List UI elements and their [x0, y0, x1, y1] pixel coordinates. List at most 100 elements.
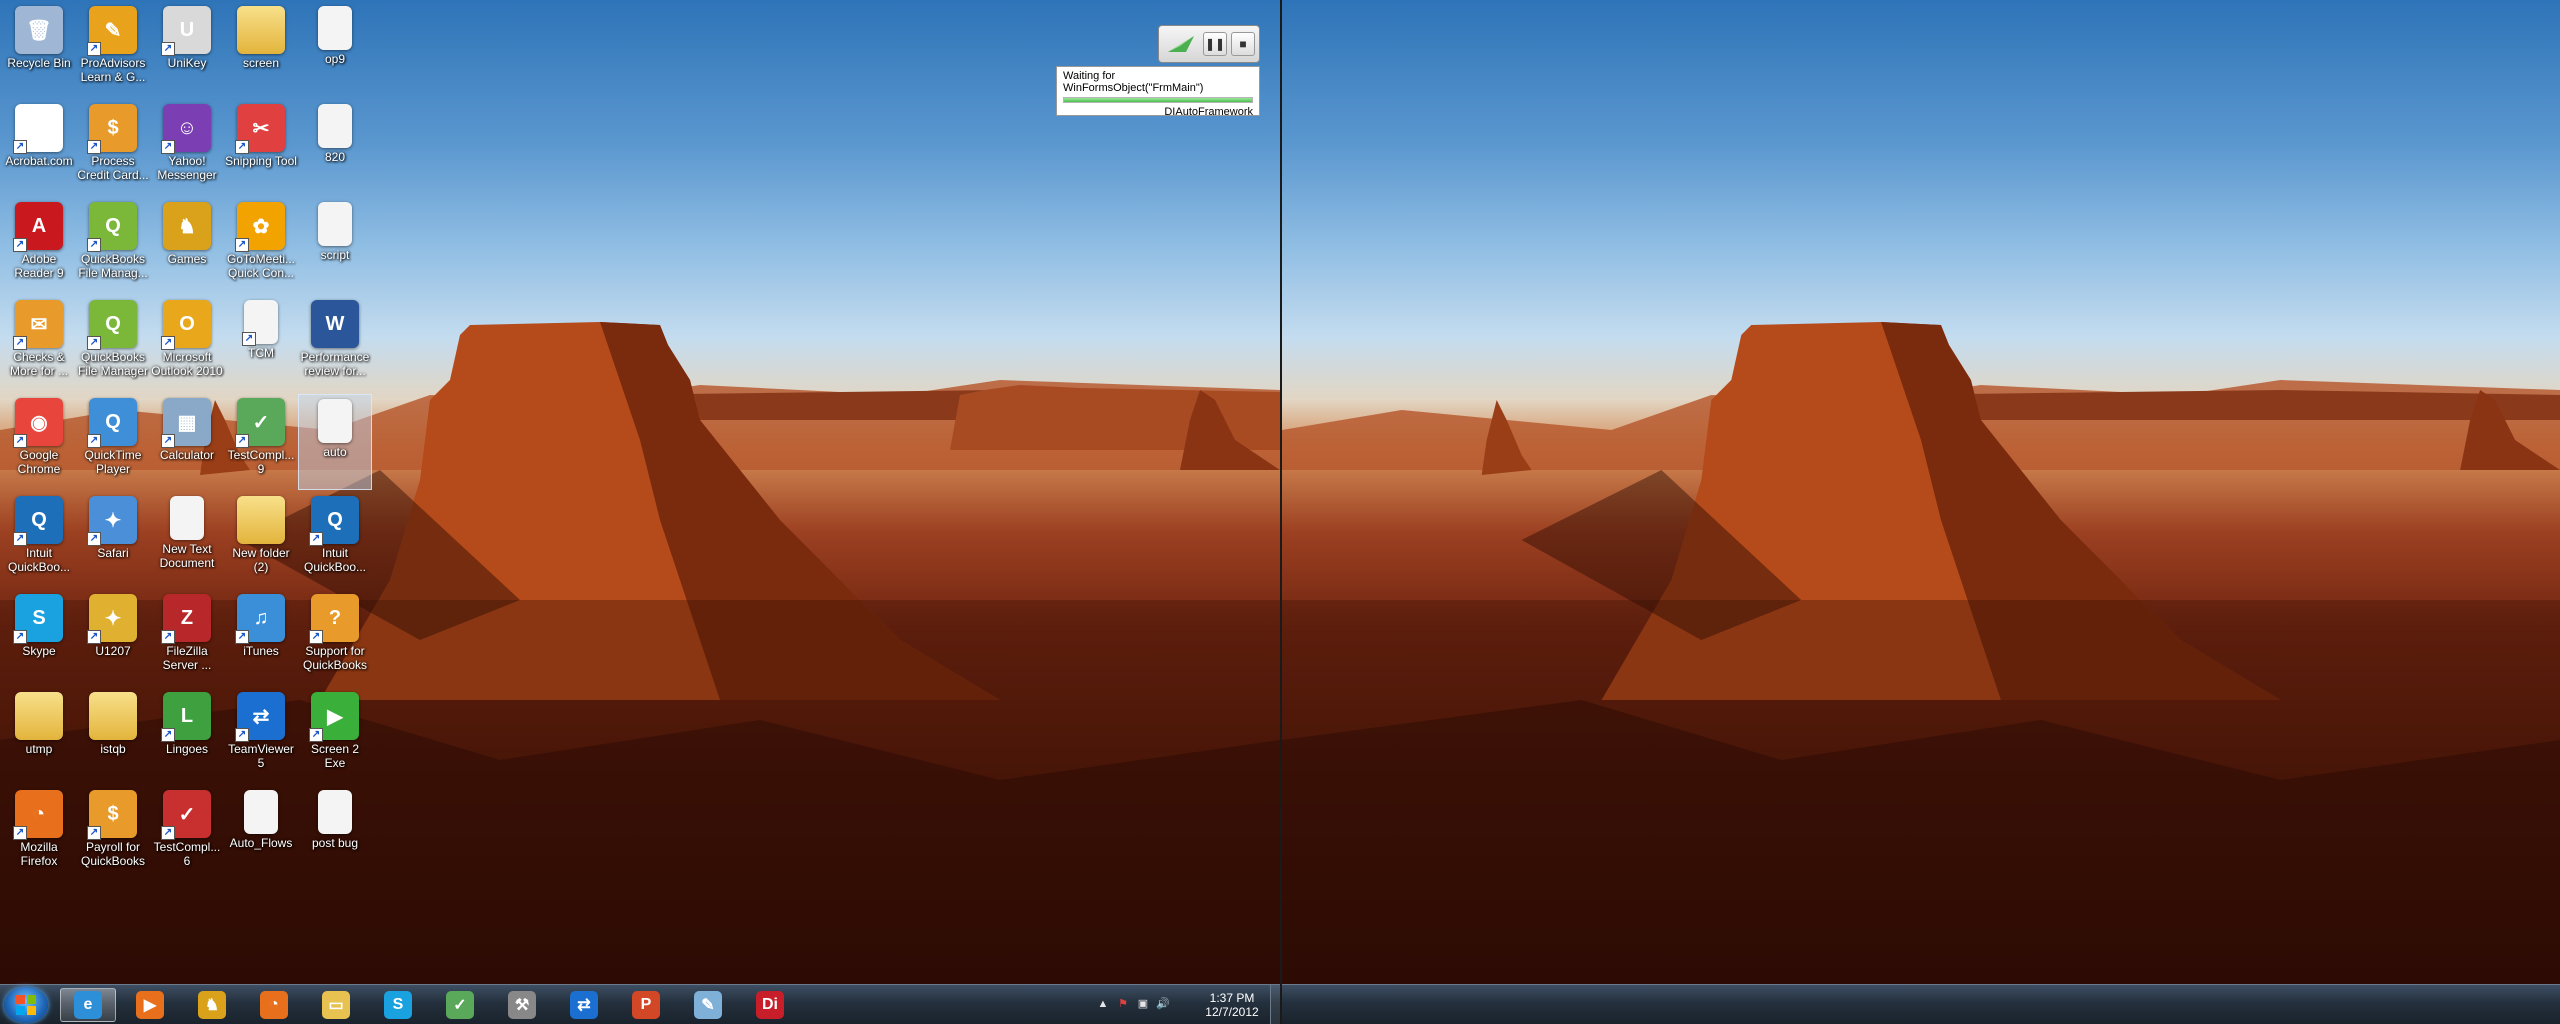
taskbar-button-testcomplete[interactable]: ✓ [432, 988, 488, 1022]
desktop-icon[interactable]: ✓ ↗ TestCompl... 6 [150, 786, 224, 882]
desktop-icon[interactable]: L ↗ Lingoes [150, 688, 224, 784]
desktop-icon[interactable]: ✦ ↗ Safari [76, 492, 150, 588]
desktop-icon-label: New folder (2) [232, 546, 290, 574]
desktop-icon[interactable]: auto [298, 394, 372, 490]
stop-button[interactable]: ■ [1231, 32, 1255, 56]
desktop-icon[interactable]: ▦ ↗ Calculator [150, 394, 224, 490]
desktop-icon-label: QuickTime Player [84, 448, 142, 476]
desktop-icon[interactable]: Auto_Flows [224, 786, 298, 882]
file-icon [318, 104, 352, 148]
desktop-icon[interactable]: ↗ TCM [224, 296, 298, 392]
taskbar-button-powerpoint[interactable]: P [618, 988, 674, 1022]
checks-icon: ✉ ↗ [13, 300, 63, 350]
desktop-icon[interactable]: ✓ ↗ TestCompl... 9 [224, 394, 298, 490]
desktop-icon[interactable]: script [298, 198, 372, 294]
clock-date: 12/7/2012 [1205, 1005, 1259, 1019]
shortcut-arrow-icon: ↗ [87, 434, 101, 448]
desktop-icon[interactable]: A ↗ Adobe Reader 9 [2, 198, 76, 294]
taskbar-button-games[interactable]: ♞ [184, 988, 240, 1022]
shortcut-arrow-icon: ↗ [13, 532, 27, 546]
desktop-icon[interactable]: Z ↗ FileZilla Server ... [150, 590, 224, 686]
taskbar-button-firefox[interactable]: ◔ [246, 988, 302, 1022]
desktop-icon[interactable]: post bug [298, 786, 372, 882]
desktop-icon-label: Payroll for QuickBooks [80, 840, 146, 868]
desktop-icon[interactable]: ☺ ↗ Yahoo! Messenger [150, 100, 224, 196]
desktop-icon[interactable]: screen [224, 2, 298, 98]
automation-status-panel: Waiting for WinFormsObject("FrmMain") DI… [1056, 66, 1260, 118]
testcomplete-icon: ✓ [446, 991, 474, 1019]
desktop-icon-label: TestCompl... 6 [153, 840, 221, 868]
desktop-icon[interactable]: istqb [76, 688, 150, 784]
desktop-icon[interactable]: Q ↗ QuickTime Player [76, 394, 150, 490]
desktop-icon[interactable]: $ ↗ Payroll for QuickBooks [76, 786, 150, 882]
taskbar-button-explorer[interactable]: ▭ [308, 988, 364, 1022]
tray-overflow-chevron-icon[interactable]: ▲ [1096, 997, 1110, 1011]
taskbar-button-di-app[interactable]: Di [742, 988, 798, 1022]
desktop-icon[interactable]: New folder (2) [224, 492, 298, 588]
desktop-icon[interactable]: ◔ ↗ Mozilla Firefox [2, 786, 76, 882]
desktop-icon[interactable]: 🗑 Recycle Bin [2, 2, 76, 98]
desktop-icon[interactable]: ♫ ↗ iTunes [224, 590, 298, 686]
desktop-icon[interactable]: ✦ ↗ U1207 [76, 590, 150, 686]
desktop-icon[interactable]: ✎ ↗ ProAdvisors Learn & G... [76, 2, 150, 98]
desktop-icon-label: Process Credit Card... [77, 154, 149, 182]
folder-icon [89, 692, 137, 740]
quicktime-icon: Q ↗ [87, 398, 137, 448]
desktop-icon-label: utmp [25, 742, 53, 756]
pause-button[interactable]: ❚❚ [1203, 32, 1227, 56]
shortcut-arrow-icon: ↗ [13, 826, 27, 840]
credit-card-icon: $ ↗ [87, 104, 137, 154]
shortcut-arrow-icon: ↗ [13, 434, 27, 448]
monument-valley-wallpaper-secondary [1282, 322, 2560, 1024]
desktop-icon-label: Lingoes [165, 742, 209, 756]
folder-icon [237, 6, 285, 54]
taskbar-button-internet-explorer[interactable]: e [60, 988, 116, 1022]
windows-logo-icon [16, 995, 36, 1015]
taskbar-button-teamviewer[interactable]: ⇄ [556, 988, 612, 1022]
desktop-icon-label: Recycle Bin [7, 56, 71, 70]
desktop-icon[interactable]: ✂ ↗ Snipping Tool [224, 100, 298, 196]
start-button[interactable] [4, 987, 48, 1023]
clock[interactable]: 1:37 PM 12/7/2012 [1196, 991, 1268, 1019]
desktop-icon-label: Adobe Reader 9 [14, 252, 64, 280]
desktop-icon[interactable]: op9 [298, 2, 372, 98]
desktop-icon[interactable]: S ↗ Skype [2, 590, 76, 686]
action-center-flag-icon[interactable]: ⚑ [1116, 997, 1130, 1011]
desktop-icon[interactable]: ⇄ ↗ TeamViewer 5 [224, 688, 298, 784]
desktop-icon[interactable]: W Performance review for... [298, 296, 372, 392]
taskbar-button-notepad[interactable]: ✎ [680, 988, 736, 1022]
firefox-icon: ◔ [260, 991, 288, 1019]
desktop-icon[interactable]: New Text Document [150, 492, 224, 588]
taskbar-button-media-player[interactable]: ▶ [122, 988, 178, 1022]
taskbar-button-tools[interactable]: ⚒ [494, 988, 550, 1022]
shortcut-arrow-icon: ↗ [87, 630, 101, 644]
desktop-icon[interactable]: ♞ Games [150, 198, 224, 294]
proadvisor-icon: ✎ ↗ [87, 6, 137, 56]
taskbar-button-skype[interactable]: S [370, 988, 426, 1022]
desktop-icon[interactable]: ? ↗ Support for QuickBooks [298, 590, 372, 686]
desktop-icon[interactable]: O ↗ Microsoft Outlook 2010 [150, 296, 224, 392]
desktop-icon[interactable]: Q ↗ QuickBooks File Manager [76, 296, 150, 392]
desktop-icon[interactable]: A ↗ Acrobat.com [2, 100, 76, 196]
desktop-icon[interactable]: ◉ ↗ Google Chrome [2, 394, 76, 490]
desktop-icon[interactable]: $ ↗ Process Credit Card... [76, 100, 150, 196]
desktop-icon[interactable]: ✿ ↗ GoToMeeti... Quick Con... [224, 198, 298, 294]
network-icon[interactable]: ▣ [1136, 997, 1150, 1011]
desktop-icon[interactable]: U ↗ UniKey [150, 2, 224, 98]
desktop-icon[interactable]: ▶ ↗ Screen 2 Exe [298, 688, 372, 784]
shortcut-arrow-icon: ↗ [235, 434, 249, 448]
desktop-icon[interactable]: Q ↗ Intuit QuickBoo... [298, 492, 372, 588]
desktop-icon[interactable]: ✉ ↗ Checks & More for ... [2, 296, 76, 392]
desktop-icon[interactable]: 820 [298, 100, 372, 196]
show-desktop-button[interactable] [1270, 985, 1280, 1024]
acrobat-icon: A ↗ [13, 104, 63, 154]
shortcut-arrow-icon: ↗ [13, 630, 27, 644]
desktop-icon[interactable]: Q ↗ Intuit QuickBoo... [2, 492, 76, 588]
desktop-icon-label: Acrobat.com [5, 154, 73, 168]
unikey-icon: U ↗ [161, 6, 211, 56]
desktop-icon-label: Checks & More for ... [9, 350, 68, 378]
desktop-icon[interactable]: utmp [2, 688, 76, 784]
volume-icon[interactable]: 🔊 [1156, 997, 1170, 1011]
testcomplete-logo-icon [1163, 30, 1199, 58]
desktop-icon[interactable]: Q ↗ QuickBooks File Manag... [76, 198, 150, 294]
